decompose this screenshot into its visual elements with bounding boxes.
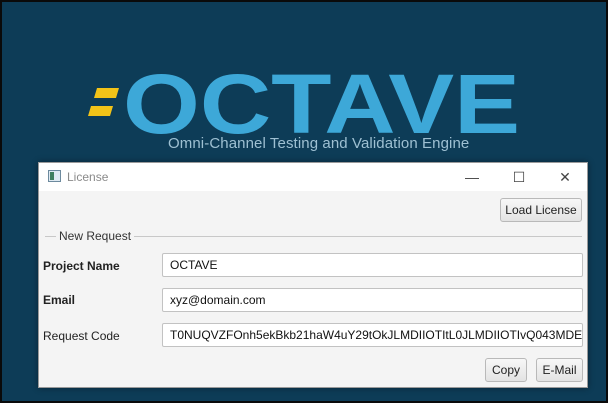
close-button[interactable]: ✕	[542, 163, 588, 191]
copy-button[interactable]: Copy	[485, 358, 527, 382]
email-button[interactable]: E-Mail	[536, 358, 583, 382]
new-request-group-label: New Request	[59, 229, 132, 243]
group-separator-left	[45, 236, 56, 237]
email-label: Email	[43, 293, 76, 307]
logo-text: OCTAVE	[123, 62, 520, 142]
minimize-button[interactable]: —	[449, 163, 495, 191]
octave-logo: OCTAVE	[88, 62, 520, 142]
email-field[interactable]: xyz@domain.com	[162, 288, 583, 312]
request-code-field[interactable]: T0NUQVZFOnh5ekBkb21haW4uY29tOkJLMDIIOTIt…	[162, 323, 583, 347]
logo-tagline: Omni-Channel Testing and Validation Engi…	[168, 135, 470, 152]
title-bar[interactable]: License — ☐ ✕	[39, 163, 587, 191]
maximize-button[interactable]: ☐	[496, 163, 542, 191]
logo-accent-stripe-top	[94, 88, 119, 98]
logo-accent-stripe-bottom	[88, 106, 113, 116]
request-code-label: Request Code	[43, 329, 120, 343]
load-license-button[interactable]: Load License	[500, 198, 582, 222]
window-title: License	[67, 170, 109, 184]
project-name-field[interactable]: OCTAVE	[162, 253, 583, 277]
license-dialog: License — ☐ ✕ Load License New Request P…	[38, 162, 588, 388]
app-icon	[48, 170, 61, 182]
group-separator-right	[134, 236, 582, 237]
project-name-label: Project Name	[43, 259, 120, 273]
